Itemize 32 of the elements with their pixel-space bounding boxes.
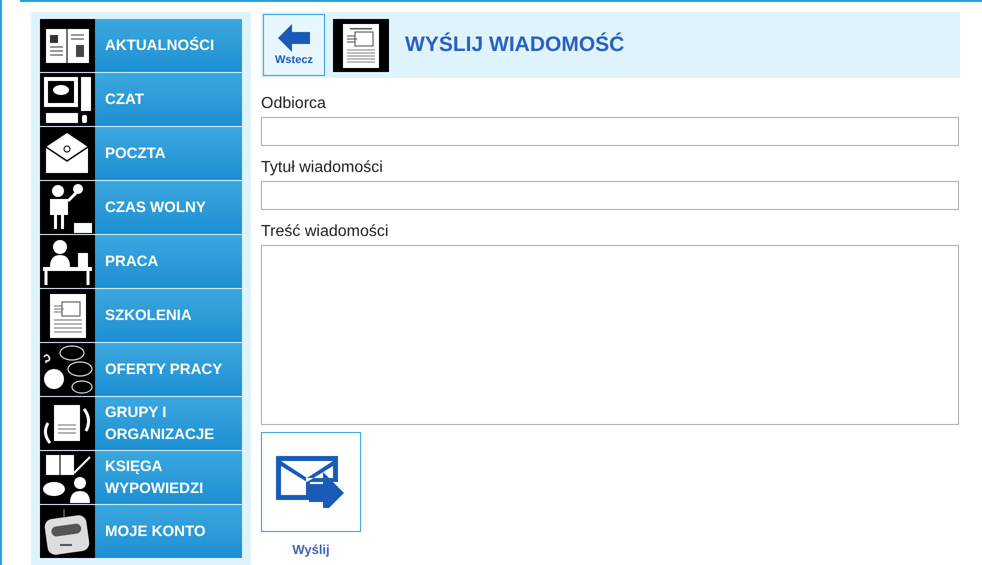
field-label: Treść wiadomości [261,222,390,242]
document-cycle-icon [40,397,95,450]
document-icon [333,18,389,72]
field-label: Odbiorca [261,94,327,114]
sidebar-item[interactable]: CZAT [40,73,242,126]
back-button[interactable]: Wstecz [263,14,325,76]
input-field[interactable] [261,117,959,146]
newspaper-icon [40,19,95,72]
sidebar-item[interactable]: OFERTY PRACY [40,343,242,396]
computer-icon [40,73,95,126]
sidebar-item[interactable]: POCZTA [40,127,242,180]
sidebar-item[interactable]: MOJE KONTO [40,505,242,558]
sidebar-item[interactable]: GRUPY I ORGANIZACJE [40,397,242,450]
desk-worker-icon [40,235,95,288]
envelope-icon [40,127,95,180]
input-field[interactable] [261,181,959,210]
send-label: Wyślij [291,541,331,559]
field-label: Tytuł wiadomości [261,158,384,178]
sidebar-item[interactable]: KSIĘGA WYPOWIEDZI [40,451,242,504]
sidebar-item[interactable]: PRACA [40,235,242,288]
sidebar-item[interactable]: CZAS WOLNY [40,181,242,234]
thinking-person-icon [40,343,95,396]
sidebar-item[interactable]: SZKOLENIA [40,289,242,342]
document-icon [40,289,95,342]
sidebar-item[interactable]: AKTUALNOŚCI [40,19,242,72]
person-icon [40,181,95,234]
book-and-person-icon [40,451,95,504]
page-title: WYŚLIJ WIADOMOŚĆ [405,31,624,58]
robot-icon [40,505,95,558]
arrow-left-icon [278,24,310,52]
send-button[interactable] [261,432,361,532]
envelope-arrow-icon [276,456,346,508]
